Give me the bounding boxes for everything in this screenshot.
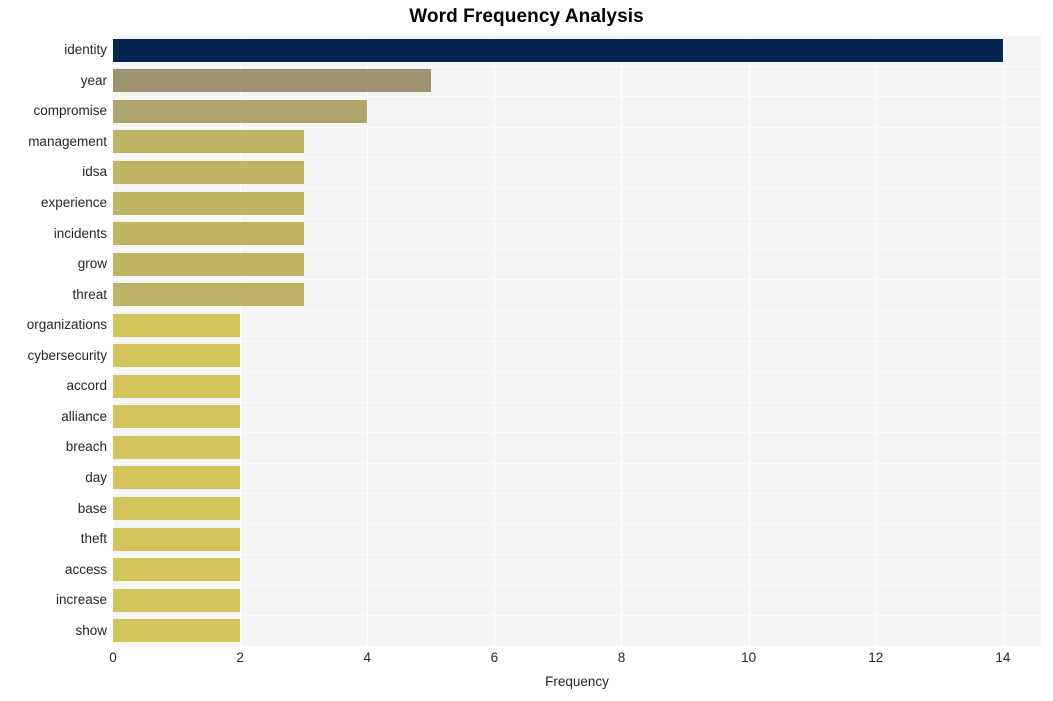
bar-experience [113, 192, 304, 215]
row-separator [113, 371, 1041, 372]
bar-management [113, 130, 304, 153]
y-tick-label-alliance: alliance [0, 410, 107, 424]
y-tick-label-show: show [0, 624, 107, 638]
y-tick-label-experience: experience [0, 196, 107, 210]
x-tick-label-12: 12 [868, 650, 883, 665]
bar-breach [113, 436, 240, 459]
x-tick-label-8: 8 [618, 650, 626, 665]
y-tick-label-day: day [0, 471, 107, 485]
x-tick-label-10: 10 [741, 650, 756, 665]
row-separator [113, 249, 1041, 250]
chart-title: Word Frequency Analysis [0, 6, 1053, 28]
y-tick-label-increase: increase [0, 593, 107, 607]
y-tick-label-idsa: idsa [0, 165, 107, 179]
y-tick-label-year: year [0, 74, 107, 88]
row-separator [113, 66, 1041, 67]
x-tick-label-6: 6 [491, 650, 499, 665]
y-tick-label-breach: breach [0, 440, 107, 454]
bar-base [113, 497, 240, 520]
y-axis-tick-labels: identity year compromise management idsa expe… [0, 35, 107, 646]
y-tick-label-organizations: organizations [0, 318, 107, 332]
y-tick-label-incidents: incidents [0, 227, 107, 241]
row-separator [113, 524, 1041, 525]
bar-grow [113, 253, 304, 276]
row-separator [113, 432, 1041, 433]
y-tick-label-theft: theft [0, 532, 107, 546]
y-tick-label-access: access [0, 563, 107, 577]
row-separator [113, 310, 1041, 311]
row-separator [113, 35, 1041, 36]
word-frequency-chart: Word Frequency Analysis identity year comp… [0, 0, 1053, 701]
row-separator [113, 127, 1041, 128]
x-tick-label-2: 2 [236, 650, 244, 665]
bar-year [113, 69, 431, 92]
row-separator [113, 463, 1041, 464]
y-tick-label-accord: accord [0, 379, 107, 393]
x-axis-tick-labels: 02468101214 [113, 650, 1041, 672]
row-separator [113, 585, 1041, 586]
x-tick-label-14: 14 [995, 650, 1010, 665]
bar-show [113, 619, 240, 642]
bar-day [113, 466, 240, 489]
plot-area [113, 35, 1041, 646]
x-axis-title: Frequency [113, 674, 1041, 689]
row-separator [113, 218, 1041, 219]
row-separator [113, 554, 1041, 555]
y-tick-label-compromise: compromise [0, 104, 107, 118]
bar-organizations [113, 314, 240, 337]
row-separator [113, 615, 1041, 616]
row-separator [113, 402, 1041, 403]
bar-access [113, 558, 240, 581]
row-separator [113, 157, 1041, 158]
y-tick-label-grow: grow [0, 257, 107, 271]
bar-compromise [113, 100, 367, 123]
bar-incidents [113, 222, 304, 245]
row-separator [113, 341, 1041, 342]
y-tick-label-base: base [0, 502, 107, 516]
y-tick-label-cybersecurity: cybersecurity [0, 349, 107, 363]
row-separator [113, 279, 1041, 280]
bar-cybersecurity [113, 344, 240, 367]
bar-idsa [113, 161, 304, 184]
y-tick-label-threat: threat [0, 288, 107, 302]
bar-alliance [113, 405, 240, 428]
bar-threat [113, 283, 304, 306]
y-tick-label-identity: identity [0, 43, 107, 57]
x-tick-label-0: 0 [109, 650, 117, 665]
x-tick-label-4: 4 [363, 650, 371, 665]
bar-theft [113, 528, 240, 551]
row-separator [113, 96, 1041, 97]
bar-identity [113, 39, 1003, 62]
bar-increase [113, 589, 240, 612]
y-tick-label-management: management [0, 135, 107, 149]
bar-accord [113, 375, 240, 398]
row-separator [113, 188, 1041, 189]
row-separator [113, 493, 1041, 494]
